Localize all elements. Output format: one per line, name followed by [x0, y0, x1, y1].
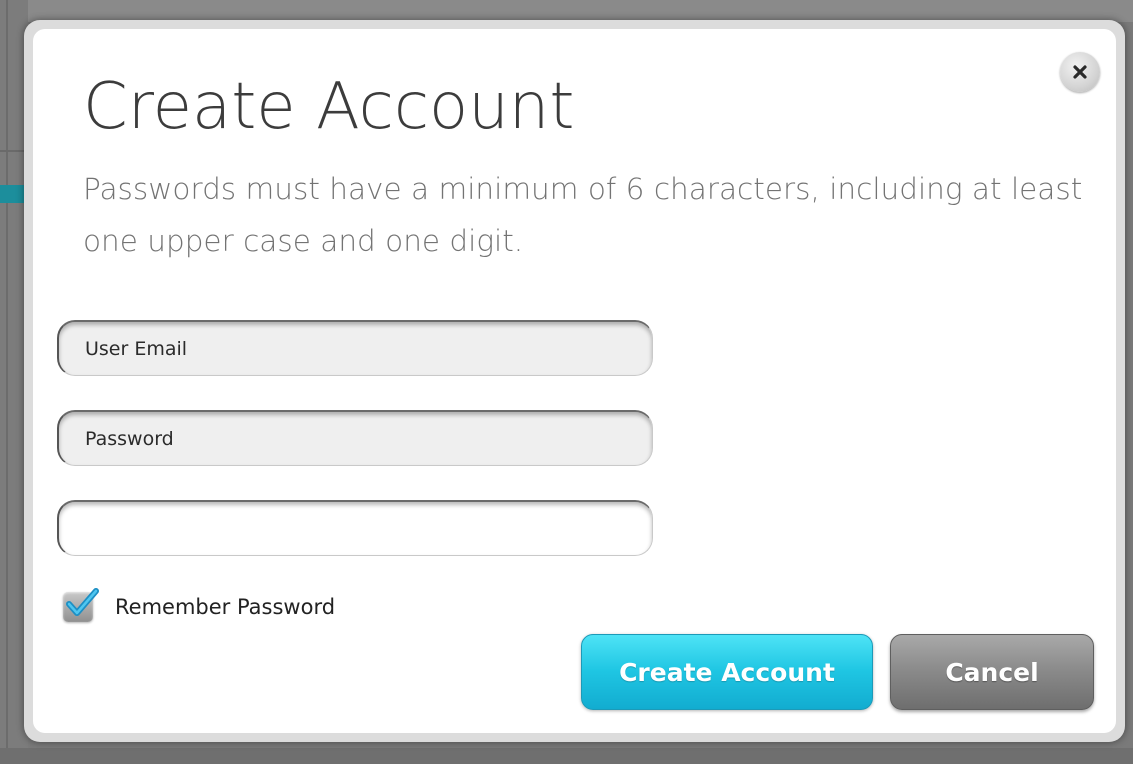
create-account-dialog: Create Account Passwords must have a min… [33, 29, 1116, 733]
dialog-title: Create Account [83, 70, 575, 144]
backdrop-accent-bar [0, 185, 26, 203]
close-icon [1073, 65, 1087, 79]
password-requirements-text: Passwords must have a minimum of 6 chara… [83, 172, 1083, 258]
remember-password-label: Remember Password [115, 595, 336, 619]
remember-password-checkbox[interactable]: Remember Password [63, 587, 335, 627]
close-button[interactable] [1060, 52, 1100, 92]
confirm-password-input[interactable] [57, 500, 653, 556]
backdrop-top-bar [0, 0, 1133, 22]
user-email-input[interactable] [57, 320, 653, 376]
cancel-button[interactable]: Cancel [890, 634, 1094, 710]
backdrop-bottom-bar [0, 748, 1133, 764]
password-input[interactable] [57, 410, 653, 466]
create-account-button[interactable]: Create Account [581, 634, 873, 710]
create-account-dialog-frame: Create Account Passwords must have a min… [24, 20, 1125, 742]
checkmark-icon [66, 588, 99, 616]
checkbox-box[interactable] [63, 588, 99, 622]
backdrop-divider [6, 0, 8, 764]
